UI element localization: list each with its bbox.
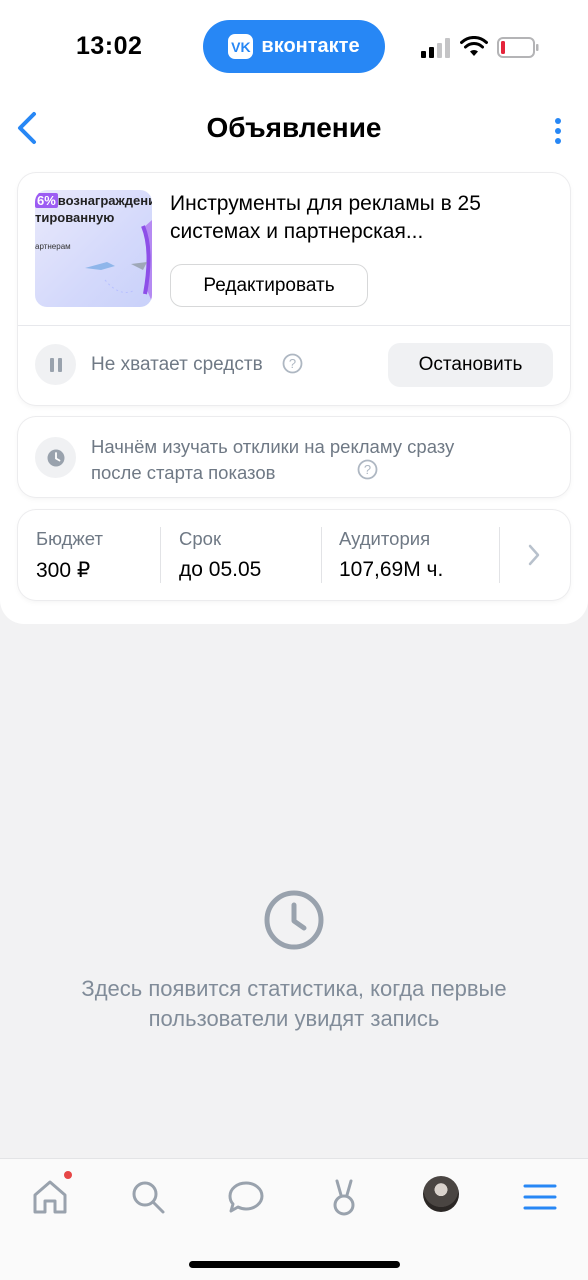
cellular-signal-icon	[421, 38, 450, 58]
ad-card: 6%вознаграждения тированную артнерам Инс…	[18, 173, 570, 405]
status-bar: 13:02 VK вконтакте	[0, 0, 588, 96]
vk-pill-label: вконтакте	[261, 35, 360, 57]
ad-thumbnail[interactable]: 6%вознаграждения тированную артнерам	[35, 190, 152, 307]
page-title: Объявление	[206, 112, 382, 143]
stat-value: до 05.05	[179, 558, 262, 581]
stat-separator	[499, 527, 500, 583]
stat-value: 107,69М ч.	[339, 558, 444, 581]
more-vertical-icon[interactable]	[548, 116, 568, 146]
help-icon[interactable]: ?	[282, 353, 303, 374]
stat-audience: Аудитория 107,69М ч.	[339, 528, 443, 582]
home-icon[interactable]	[30, 1177, 70, 1217]
navigation-bar: Объявление	[0, 100, 588, 160]
profile-avatar[interactable]	[423, 1176, 459, 1212]
vk-logo-icon: VK	[228, 34, 254, 59]
wifi-icon	[460, 36, 488, 56]
info-text: Начнём изучать отклики на рекламу сразу …	[91, 436, 455, 483]
stat-label: Аудитория	[339, 528, 431, 549]
status-time: 13:02	[76, 32, 143, 60]
search-icon[interactable]	[128, 1177, 168, 1217]
edit-button[interactable]: Редактировать	[170, 264, 368, 307]
thumb-illustration	[85, 220, 152, 302]
stats-card[interactable]: Бюджет 300 ₽ Срок до 05.05 Аудитория 107…	[18, 510, 570, 600]
chevron-right-icon[interactable]	[526, 543, 542, 567]
messages-icon[interactable]	[226, 1177, 266, 1217]
stat-budget: Бюджет 300 ₽	[36, 528, 103, 583]
divider	[18, 325, 570, 326]
help-icon[interactable]: ?	[357, 459, 378, 480]
notification-dot	[64, 1171, 72, 1179]
menu-icon[interactable]	[520, 1177, 560, 1217]
clock-icon	[264, 890, 324, 950]
vk-app-pill[interactable]: VK вконтакте	[203, 20, 385, 73]
stat-separator	[321, 527, 322, 583]
battery-low-icon	[497, 37, 539, 58]
ad-title[interactable]: Инструменты для рекламы в 25 системах и …	[170, 190, 550, 246]
empty-state-text: Здесь появится статистика, когда первые …	[81, 976, 507, 1031]
stat-value: 300 ₽	[36, 559, 91, 582]
clock-icon	[35, 437, 76, 478]
stat-label: Срок	[179, 528, 222, 549]
stat-term: Срок до 05.05	[179, 528, 261, 582]
home-indicator	[189, 1261, 400, 1268]
pause-icon	[35, 344, 76, 385]
svg-text:?: ?	[364, 462, 371, 477]
info-card: Начнём изучать отклики на рекламу сразу …	[18, 417, 570, 497]
stat-separator	[160, 527, 161, 583]
stat-label: Бюджет	[36, 528, 103, 549]
clips-icon[interactable]	[324, 1177, 364, 1217]
ad-status-text: Не хватает средств	[91, 354, 263, 375]
stop-button[interactable]: Остановить	[388, 343, 553, 387]
svg-text:?: ?	[289, 356, 296, 371]
